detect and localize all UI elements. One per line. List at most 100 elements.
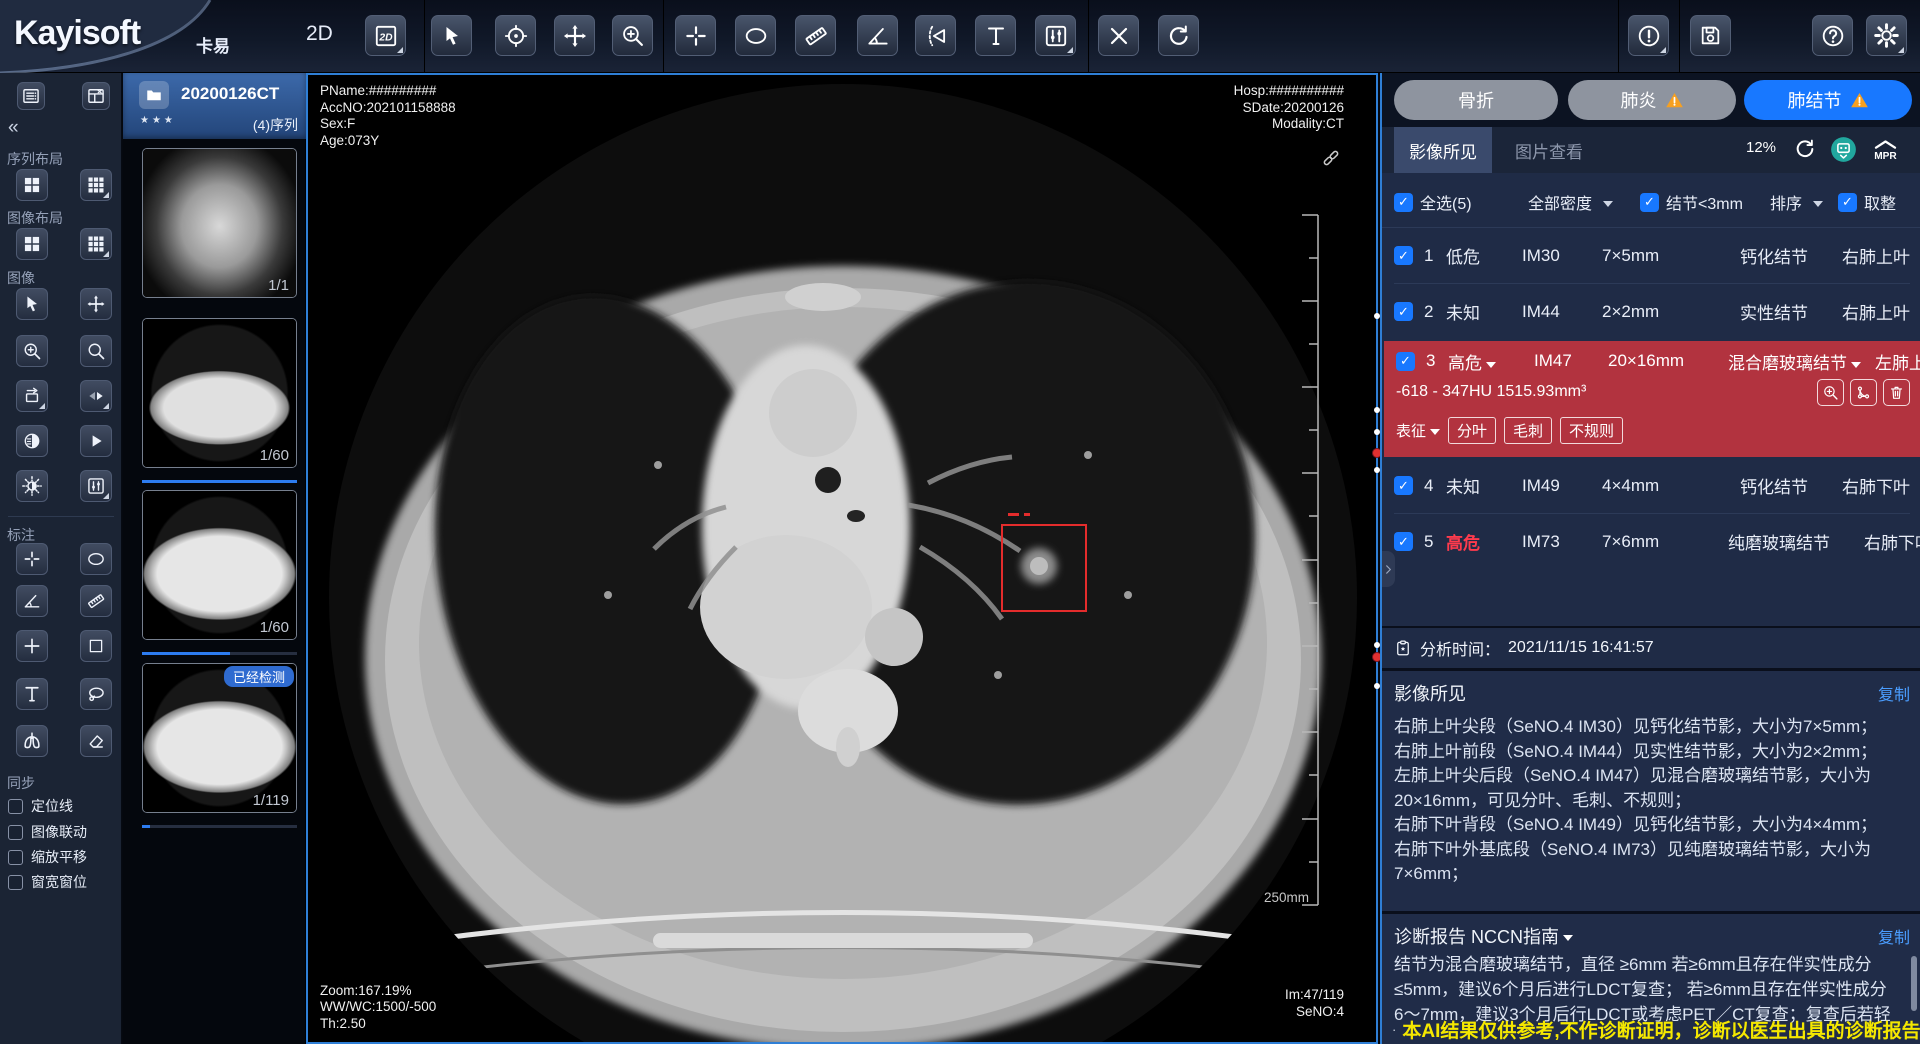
sort-dropdown[interactable]: 排序 [1770, 190, 1823, 214]
series-grid-2x2-button[interactable] [16, 169, 48, 201]
cobb-angle-tool-button[interactable] [915, 15, 956, 56]
ruler-annotation[interactable] [80, 585, 112, 617]
confidence-threshold[interactable]: 12% [1746, 139, 1776, 156]
series-header[interactable]: 20200126CT ★★★ (4)序列 [123, 73, 306, 139]
thumbnail-series-2[interactable]: 1/60 [142, 318, 297, 468]
thumbnail-scout[interactable]: 1/1 [142, 148, 297, 298]
copy-findings-link[interactable]: 复制 [1878, 681, 1910, 705]
nodule-row-4[interactable]: 4 未知 IM49 4×4mm 钙化结节 右肺下叶 [1382, 458, 1920, 513]
crosshair-tool-button[interactable] [675, 15, 716, 56]
pointer-tool-button[interactable] [431, 15, 472, 56]
ct-viewport[interactable]: PName:#########AccNO:202101158888 Sex:FA… [306, 73, 1378, 1044]
tab-findings[interactable]: 影像所见 [1394, 127, 1492, 173]
checkbox-checked[interactable] [1838, 193, 1857, 212]
delete-nodule-button[interactable] [1883, 379, 1910, 406]
image-grid-3x3-button[interactable] [80, 228, 112, 260]
checkbox-unchecked[interactable] [8, 875, 23, 890]
zoom-in-tool[interactable] [16, 335, 48, 367]
checkbox-unchecked[interactable] [8, 850, 23, 865]
lung-segmentation-tool[interactable] [16, 725, 48, 757]
report-scrollbar[interactable] [1911, 956, 1917, 1011]
layout-close-button[interactable] [82, 82, 110, 110]
rectangle-annotation[interactable] [80, 630, 112, 662]
invert-tool[interactable] [16, 425, 48, 457]
link-sync-icon[interactable] [1320, 147, 1342, 169]
round-checkbox[interactable]: 取整 [1838, 190, 1896, 214]
checkbox-checked[interactable] [1394, 193, 1413, 212]
cross-annotation[interactable] [16, 630, 48, 662]
mpr-button[interactable]: MPR [1872, 137, 1899, 164]
lasso-annotation[interactable] [80, 678, 112, 710]
zoom-tool-button[interactable] [612, 15, 653, 56]
nodule-checkbox[interactable] [1394, 476, 1413, 495]
angle-annotation[interactable] [16, 585, 48, 617]
checkbox-unchecked[interactable] [8, 825, 23, 840]
sync-option-window[interactable]: 窗宽窗位 [8, 872, 87, 892]
tab-image-view[interactable]: 图片查看 [1504, 127, 1594, 173]
report-alert-button[interactable] [1628, 15, 1669, 56]
nodule-lobe-dropdown[interactable]: 左肺上叶 [1861, 349, 1920, 374]
series-rating-stars[interactable]: ★★★ [140, 115, 176, 126]
small-nodule-checkbox[interactable]: 结节<3mm [1640, 190, 1743, 214]
magnify-tool[interactable] [80, 335, 112, 367]
text-tool-button[interactable] [975, 15, 1016, 56]
sync-option-image-link[interactable]: 图像联动 [8, 822, 87, 842]
magnify-nodule-button[interactable] [1817, 379, 1844, 406]
nodule-risk-dropdown[interactable]: 高危 [1448, 349, 1534, 374]
followup-compare-button[interactable] [1850, 379, 1877, 406]
select-all-checkbox[interactable]: 全选(5) [1394, 190, 1472, 214]
window-level-tool[interactable] [80, 470, 112, 502]
checkbox-checked[interactable] [1640, 193, 1659, 212]
ai-report-button[interactable] [1830, 136, 1857, 163]
window-level-button[interactable] [1035, 15, 1076, 56]
nodule-row-3-selected[interactable]: 3 高危 IM47 20×16mm 混合磨玻璃结节 左肺上叶 -618 - 34… [1384, 341, 1920, 457]
folder-button[interactable] [139, 81, 169, 109]
sync-option-locator[interactable]: 定位线 [8, 796, 73, 816]
sync-option-zoom-pan[interactable]: 缩放平移 [8, 847, 87, 867]
nodule-checkbox[interactable] [1394, 302, 1413, 321]
checkbox-unchecked[interactable] [8, 799, 23, 814]
ruler-tool-button[interactable] [795, 15, 836, 56]
nodule-row-2[interactable]: 2 未知 IM44 2×2mm 实性结节 右肺上叶 [1382, 284, 1920, 339]
crosshair-annotation[interactable] [16, 543, 48, 575]
thumbnail-series-3[interactable]: 1/60 [142, 490, 297, 640]
density-filter-dropdown[interactable]: 全部密度 [1528, 190, 1613, 214]
eraser-tool[interactable] [80, 725, 112, 757]
refresh-button[interactable] [1794, 138, 1816, 160]
nodule-checkbox[interactable] [1394, 532, 1413, 551]
pan-tool[interactable] [80, 288, 112, 320]
panel-collapse-handle[interactable] [1382, 551, 1395, 587]
nodule-row-1[interactable]: 1 低危 IM30 7×5mm 钙化结节 右肺上叶 [1382, 228, 1920, 283]
rotate-tool[interactable] [16, 380, 48, 412]
thumbnail-series-4-active[interactable]: 已经检测 1/119 [142, 663, 297, 813]
2d-layout-button[interactable]: 2D [365, 15, 406, 56]
nodule-checkbox[interactable] [1396, 352, 1415, 371]
save-button[interactable] [1690, 15, 1731, 56]
trait-tag[interactable]: 毛刺 [1504, 417, 1552, 444]
flip-tool[interactable] [80, 380, 112, 412]
pointer-tool[interactable] [16, 288, 48, 320]
layout-list-button[interactable] [17, 82, 45, 110]
ellipse-tool-button[interactable] [735, 15, 776, 56]
locate-tool-button[interactable] [495, 15, 536, 56]
ellipse-annotation[interactable] [80, 543, 112, 575]
help-button[interactable] [1812, 15, 1853, 56]
cine-play-tool[interactable] [80, 425, 112, 457]
series-grid-3x3-button[interactable] [80, 169, 112, 201]
image-grid-2x2-button[interactable] [16, 228, 48, 260]
reset-button[interactable] [1158, 15, 1199, 56]
nodule-row-5[interactable]: 5 高危 IM73 7×6mm 纯磨玻璃结节 右肺下叶 [1382, 514, 1920, 569]
brightness-tool[interactable] [16, 470, 48, 502]
module-lung-nodule-button[interactable]: 肺结节 [1744, 80, 1912, 120]
module-fracture-button[interactable]: 骨折 [1394, 80, 1558, 120]
trait-tag[interactable]: 分叶 [1448, 417, 1496, 444]
module-pneumonia-button[interactable]: 肺炎 [1568, 80, 1736, 120]
settings-button[interactable] [1866, 15, 1907, 56]
collapse-sidebar-button[interactable]: « [8, 117, 19, 139]
text-annotation[interactable] [16, 678, 48, 710]
nodule-type-dropdown[interactable]: 混合磨玻璃结节 [1728, 349, 1861, 374]
pan-tool-button[interactable] [554, 15, 595, 56]
delete-annotation-button[interactable] [1098, 15, 1139, 56]
nodule-checkbox[interactable] [1394, 246, 1413, 265]
copy-report-link[interactable]: 复制 [1878, 924, 1910, 948]
